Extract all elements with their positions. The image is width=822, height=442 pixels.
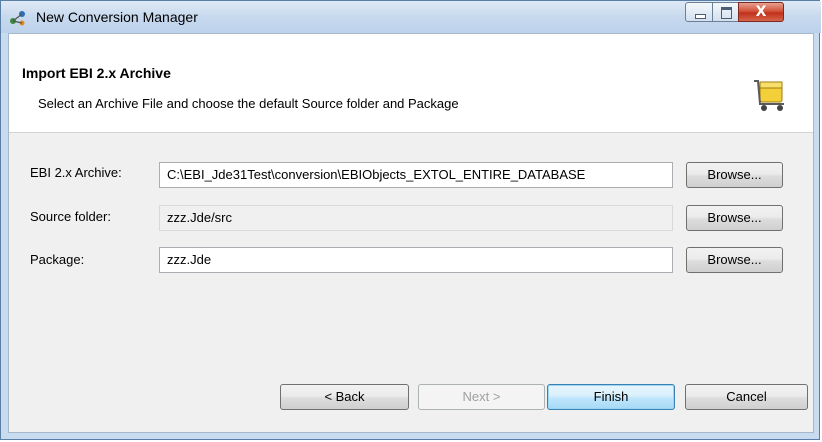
source-folder-label: Source folder: — [30, 209, 111, 224]
maximize-icon — [721, 7, 732, 19]
dialog-window: New Conversion Manager X Import EBI 2.x … — [0, 0, 821, 440]
next-button[interactable]: Next > — [418, 384, 545, 410]
maximize-button[interactable] — [712, 2, 739, 22]
conversion-manager-icon — [9, 9, 27, 27]
minimize-button[interactable] — [685, 2, 713, 22]
minimize-icon — [695, 14, 706, 19]
archive-label: EBI 2.x Archive: — [30, 165, 122, 180]
archive-browse-button[interactable]: Browse... — [686, 162, 783, 188]
window-title: New Conversion Manager — [36, 9, 198, 25]
back-button[interactable]: < Back — [280, 384, 409, 410]
cancel-button[interactable]: Cancel — [685, 384, 808, 410]
title-bar[interactable]: New Conversion Manager X — [1, 1, 821, 33]
finish-button[interactable]: Finish — [547, 384, 675, 410]
cart-with-box-icon — [750, 77, 790, 113]
page-title: Import EBI 2.x Archive — [22, 65, 171, 81]
close-icon: X — [755, 4, 767, 20]
archive-path-input[interactable]: C:\EBI_Jde31Test\conversion\EBIObjects_E… — [159, 162, 673, 188]
dialog-content: Import EBI 2.x Archive Select an Archive… — [8, 33, 814, 433]
page-description: Select an Archive File and choose the de… — [38, 96, 459, 111]
source-folder-input[interactable]: zzz.Jde/src — [159, 205, 673, 231]
wizard-header: Import EBI 2.x Archive Select an Archive… — [9, 34, 813, 133]
package-input[interactable]: zzz.Jde — [159, 247, 673, 273]
package-browse-button[interactable]: Browse... — [686, 247, 783, 273]
source-folder-browse-button[interactable]: Browse... — [686, 205, 783, 231]
package-label: Package: — [30, 252, 85, 267]
close-button[interactable]: X — [738, 2, 784, 22]
